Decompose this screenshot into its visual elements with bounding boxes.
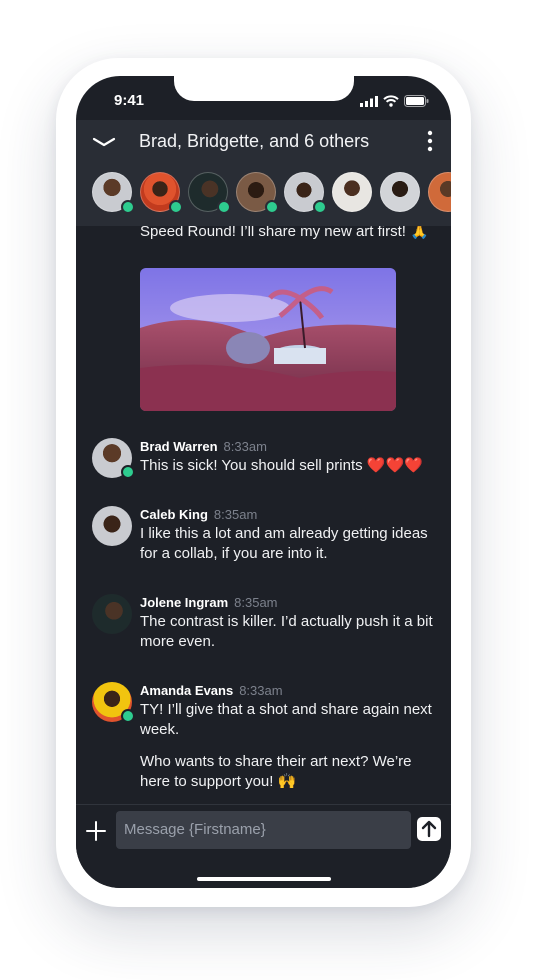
message-time: 8:35am <box>234 595 278 610</box>
home-indicator[interactable] <box>197 877 331 881</box>
author-name[interactable]: Caleb King <box>140 507 208 522</box>
online-indicator <box>313 200 327 214</box>
online-indicator <box>121 709 135 723</box>
conversation-title[interactable]: Brad, Bridgette, and 6 others <box>139 131 369 152</box>
message-body: Amanda Evans 8:33am TY! I’ll give that a … <box>140 682 440 792</box>
message-time: 8:33am <box>223 439 267 454</box>
message-text: Who wants to share their art next? We’re… <box>140 753 412 790</box>
avatar <box>92 506 132 546</box>
device-notch <box>174 76 354 101</box>
artwork-scene <box>140 268 396 411</box>
online-indicator <box>217 200 231 214</box>
online-indicator <box>265 200 279 214</box>
message-text: This is sick! You should sell prints ❤️❤… <box>140 457 423 474</box>
app-screen: 9:41 Brad, Bridgette, and 6 others Speed… <box>76 76 451 888</box>
author-name[interactable]: Jolene Ingram <box>140 595 228 610</box>
message-composer: Message {Firstname} <box>76 804 451 888</box>
shared-artwork-image[interactable] <box>140 268 396 411</box>
conversation-header: Brad, Bridgette, and 6 others <box>76 120 451 226</box>
send-arrow-icon <box>421 820 437 838</box>
author-avatar[interactable] <box>92 438 135 479</box>
send-button[interactable] <box>417 817 441 841</box>
online-indicator <box>121 200 135 214</box>
online-indicator <box>121 465 135 479</box>
author-avatar[interactable] <box>92 682 135 723</box>
battery-icon <box>404 95 429 107</box>
phone-frame: 9:41 Brad, Bridgette, and 6 others Speed… <box>56 58 471 907</box>
author-avatar[interactable] <box>92 594 132 634</box>
collapse-chevron-icon[interactable] <box>92 132 116 152</box>
message-text: TY! I’ll give that a shot and share agai… <box>140 701 432 738</box>
message-feed[interactable]: Speed Round! I’ll share my new art first… <box>76 226 451 804</box>
wifi-icon <box>383 95 399 107</box>
status-time: 9:41 <box>114 92 145 109</box>
message-text: I like this a lot and am already getting… <box>140 525 428 562</box>
online-indicator <box>169 200 183 214</box>
signal-icon <box>360 95 378 107</box>
add-attachment-icon[interactable] <box>86 821 106 841</box>
participant-avatar[interactable] <box>380 172 420 212</box>
participant-avatar[interactable] <box>428 172 451 212</box>
message-text: The contrast is killer. I’d actually pus… <box>140 613 433 650</box>
more-options-icon[interactable] <box>423 130 437 152</box>
message-body: Brad Warren 8:33am This is sick! You shou… <box>140 438 440 476</box>
message-body: Caleb King 8:35am I like this a lot and a… <box>140 506 440 564</box>
message-time: 8:33am <box>239 683 283 698</box>
status-bar: 9:41 <box>76 76 451 120</box>
message-input[interactable]: Message {Firstname} <box>116 811 411 849</box>
author-name[interactable]: Brad Warren <box>140 439 218 454</box>
participant-avatar[interactable] <box>332 172 372 212</box>
author-avatar[interactable] <box>92 506 132 546</box>
continued-message-text: Speed Round! I’ll share my new art first… <box>140 226 429 240</box>
message-body: Jolene Ingram 8:35am The contrast is kill… <box>140 594 440 652</box>
participant-avatars <box>92 172 451 214</box>
status-icons <box>360 95 429 107</box>
author-name[interactable]: Amanda Evans <box>140 683 233 698</box>
message-time: 8:35am <box>213 507 258 522</box>
avatar <box>92 594 132 634</box>
